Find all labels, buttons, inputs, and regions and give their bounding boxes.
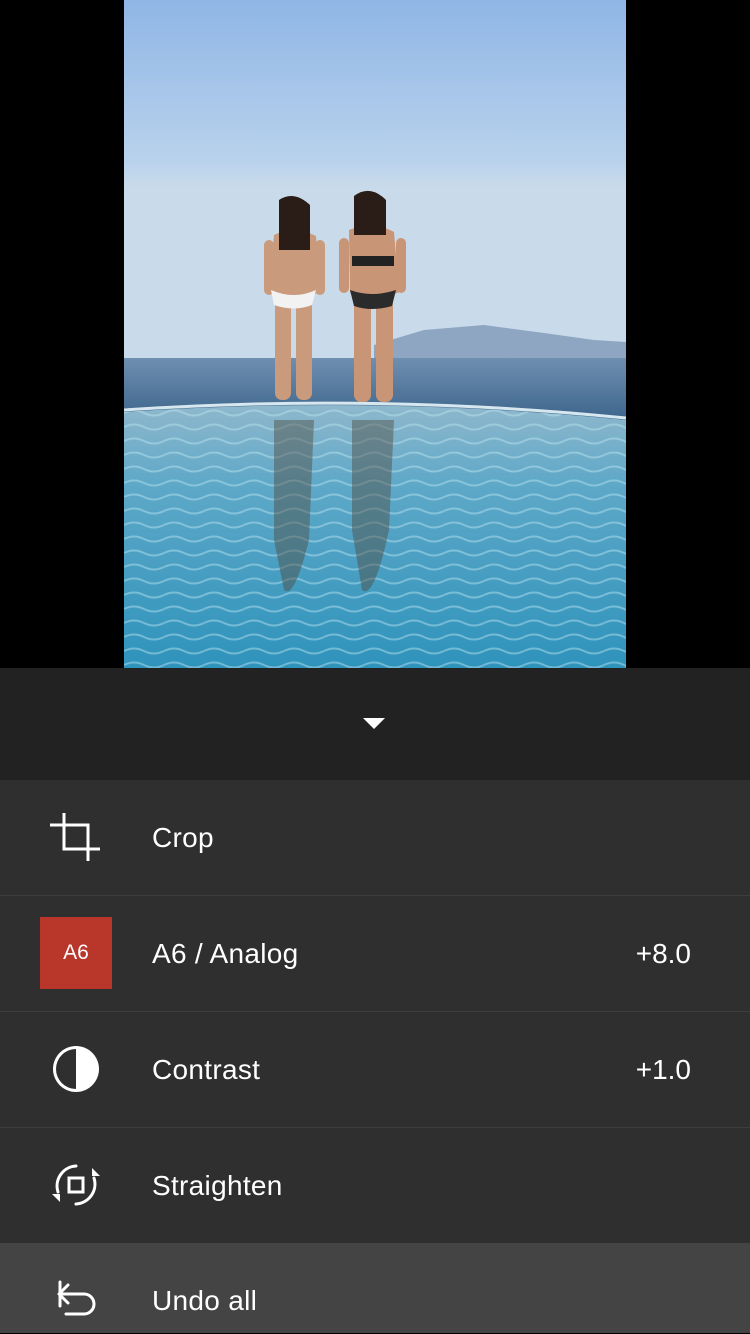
undo-icon: [40, 1264, 112, 1334]
menu-item-label: Contrast: [152, 1054, 261, 1085]
menu-item-label: Straighten: [152, 1170, 283, 1201]
preset-badge-label: A6: [40, 917, 112, 989]
photo-preview[interactable]: [124, 0, 626, 668]
edit-menu: Crop A6 A6 / Analog +8.0 Contrast +1.0 S…: [0, 780, 750, 1333]
collapse-bar[interactable]: [0, 668, 750, 780]
menu-item-undo-all[interactable]: Undo all: [0, 1243, 750, 1333]
menu-item-straighten[interactable]: Straighten: [0, 1128, 750, 1243]
photo-editor-screen: Crop A6 A6 / Analog +8.0 Contrast +1.0 S…: [0, 0, 750, 1334]
contrast-icon: [40, 1033, 112, 1105]
preset-badge: A6: [40, 917, 112, 989]
straighten-icon: [40, 1149, 112, 1221]
crop-icon: [40, 801, 112, 873]
chevron-down-icon[interactable]: [363, 718, 385, 729]
menu-item-label: A6 / Analog: [152, 938, 299, 969]
photo-canvas: [0, 0, 750, 668]
menu-item-crop[interactable]: Crop: [0, 780, 750, 896]
menu-item-value: +8.0: [635, 938, 691, 969]
menu-item-contrast[interactable]: Contrast +1.0: [0, 1012, 750, 1128]
menu-item-value: +1.0: [635, 1054, 691, 1085]
menu-item-label: Undo all: [152, 1285, 258, 1316]
menu-item-preset[interactable]: A6 A6 / Analog +8.0: [0, 896, 750, 1012]
menu-item-label: Crop: [152, 822, 214, 853]
